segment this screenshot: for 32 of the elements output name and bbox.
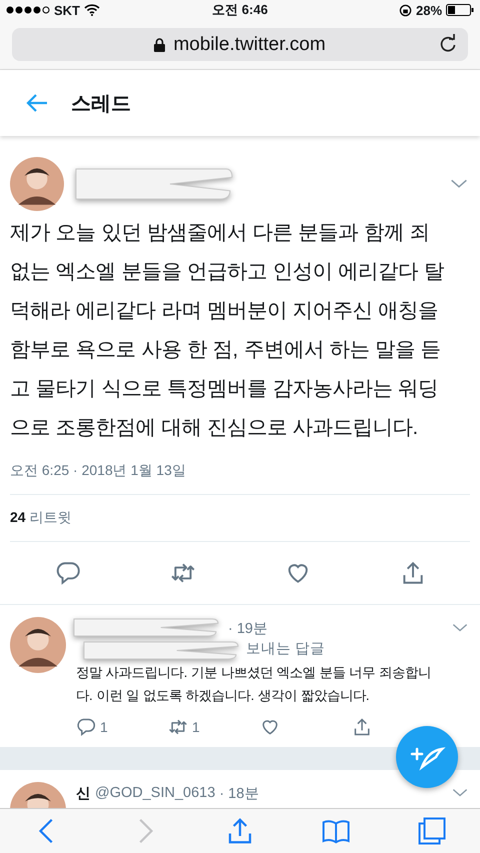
battery-icon: [446, 4, 474, 16]
carrier-name: SKT: [54, 2, 80, 18]
compose-button[interactable]: [395, 725, 459, 789]
tweet-timestamp: 오전 6:25 · 2018년 1월 13일: [10, 462, 470, 495]
back-arrow-button[interactable]: [25, 93, 49, 113]
tabs-button[interactable]: [417, 816, 447, 846]
heart-button[interactable]: [260, 717, 280, 737]
speech-bubble-button[interactable]: [54, 560, 80, 586]
reply-context: 보내는 답글: [245, 640, 326, 659]
tweet-text: 제가 오늘 있던 밤샘줄에서 다른 분들과 함께 죄 없는 엑소엘 분들을 언급하고 인성이 에리같다 탈 덕해라 에리같다 라며 멤버분이 지어주신 애칭을 함부로 욕으로 사용 한 점, 주변에서 하는 말을 듣 고 물타기 식으로 특정멤버를 감자농사라는 워딩 으로 조롱한점에 대해 진심으로 사과드립니다.: [10, 221, 445, 441]
share-button[interactable]: [352, 717, 372, 737]
signal-dots-icon: [6, 6, 50, 14]
rotation-lock-icon: [398, 4, 412, 16]
avatar: [10, 617, 66, 673]
avatar: [10, 157, 64, 211]
retweet-count[interactable]: 24 리트윗: [10, 495, 470, 542]
reply-text: 정말 사과드립니다. 기분 나쁘셨던 엑소엘 분들 너무 죄송합니 다. 이런 일 없도록 하겠습니다. 생각이 짧았습니다.: [76, 664, 432, 705]
user-handle: @GOD_SIN_0613: [95, 785, 216, 801]
speech-bubble-button[interactable]: [76, 717, 96, 737]
action-count: 1: [100, 719, 108, 735]
reload-button[interactable]: [438, 34, 458, 54]
user-name: 신: [76, 784, 91, 802]
tweet-time: · 19분: [227, 620, 268, 638]
tweet-time: · 18분: [219, 784, 260, 802]
retweet-arrows-button[interactable]: [168, 717, 188, 737]
clock-time: 오전 6:46: [212, 1, 268, 19]
wifi-icon: [84, 4, 100, 16]
page-title: 스레드: [71, 92, 131, 116]
address-field[interactable]: mobile.twitter.com: [12, 28, 468, 61]
action-count: 1: [192, 719, 200, 735]
padlock-icon: [154, 38, 166, 52]
battery-percent: 28%: [416, 2, 442, 18]
